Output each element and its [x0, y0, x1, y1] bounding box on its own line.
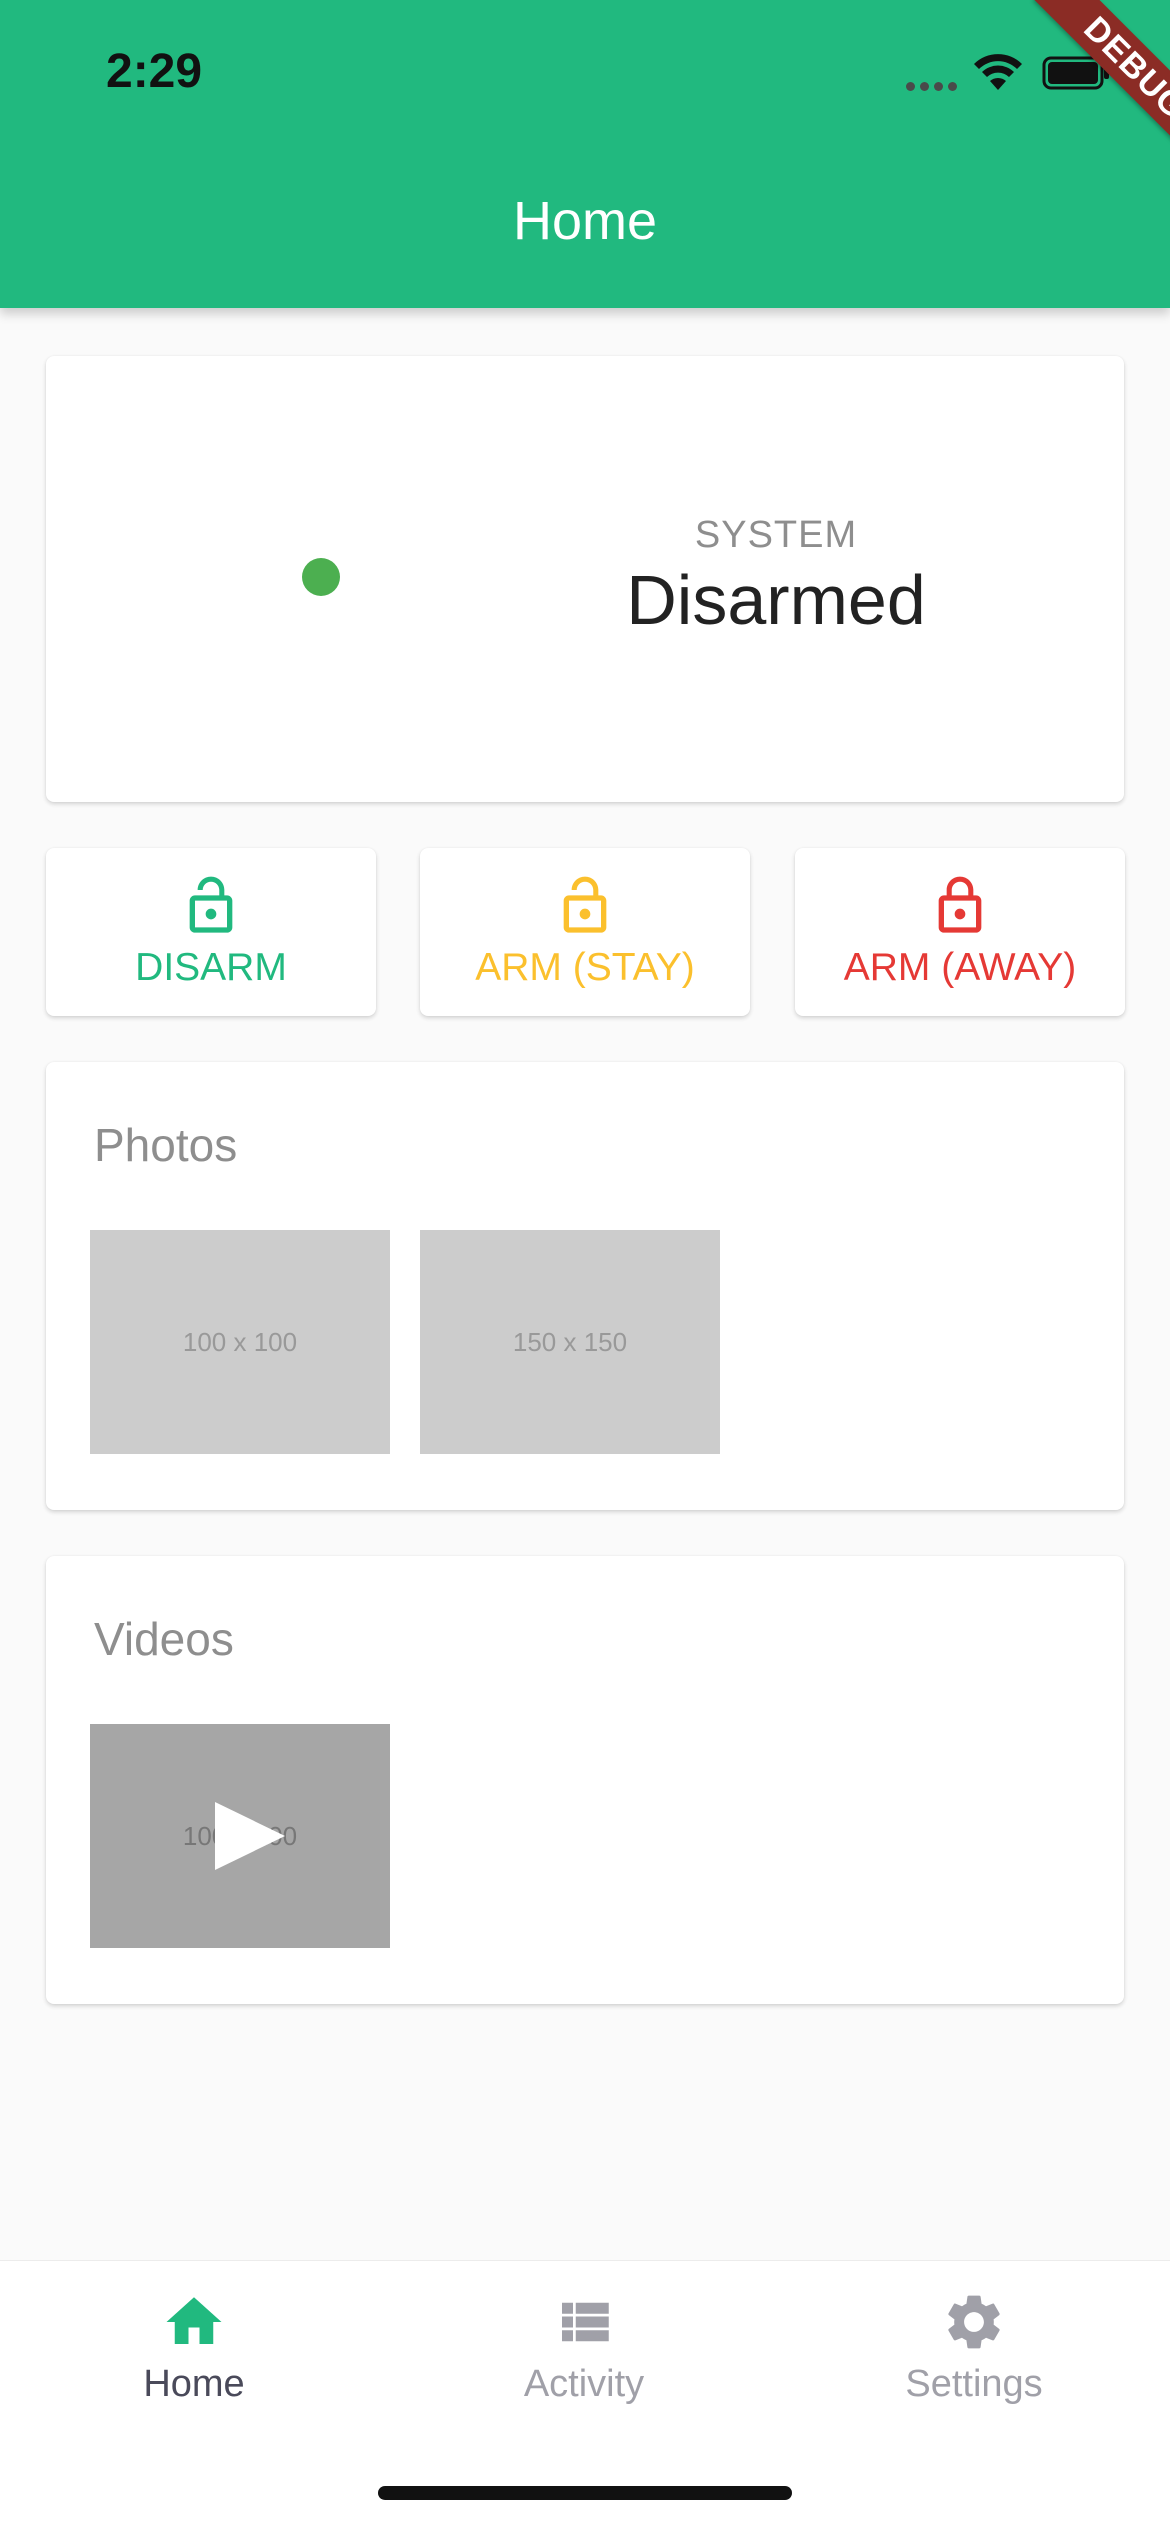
nav-label-settings: Settings	[905, 2363, 1043, 2405]
home-indicator	[378, 2486, 792, 2500]
gear-icon	[948, 2295, 1000, 2349]
nav-item-activity[interactable]: Activity	[434, 2289, 734, 2429]
disarm-label: DISARM	[135, 946, 287, 989]
nav-item-home[interactable]: Home	[44, 2289, 344, 2429]
system-status-value: Disarmed	[626, 561, 926, 639]
arm-away-button[interactable]: ARM (AWAY)	[795, 848, 1125, 1016]
home-icon	[166, 2297, 222, 2344]
app-bar: 2:29 Home DEBUG	[0, 0, 1170, 308]
lock-icon	[938, 876, 982, 933]
videos-card: Videos 100 x 100	[46, 1556, 1124, 2004]
system-label: SYSTEM	[694, 514, 858, 556]
list-icon	[562, 2302, 609, 2342]
status-time: 2:29	[106, 45, 203, 98]
system-status-card: SYSTEM Disarmed	[46, 356, 1124, 802]
arm-stay-button[interactable]: ARM (STAY)	[420, 848, 750, 1016]
debug-banner-label: DEBUG	[1033, 0, 1170, 170]
video-thumbnail[interactable]: 100 x 100	[90, 1724, 390, 1948]
arm-stay-label: ARM (STAY)	[475, 946, 695, 989]
system-status-indicator	[302, 558, 340, 596]
nav-item-settings[interactable]: Settings	[824, 2289, 1124, 2429]
disarm-button[interactable]: DISARM	[46, 848, 376, 1016]
photos-card: Photos 100 x 100 150 x 150	[46, 1062, 1124, 1510]
photo-thumbnail[interactable]: 150 x 150	[420, 1230, 720, 1454]
photo-thumbnail[interactable]: 100 x 100	[90, 1230, 390, 1454]
play-icon	[215, 1802, 285, 1870]
arm-away-label: ARM (AWAY)	[843, 946, 1077, 989]
nav-label-home: Home	[143, 2363, 245, 2405]
lock-open-icon	[563, 876, 607, 933]
debug-banner: DEBUG	[950, 0, 1170, 220]
nav-label-activity: Activity	[523, 2363, 645, 2405]
photos-title: Photos	[94, 1119, 238, 1171]
videos-title: Videos	[94, 1613, 234, 1665]
lock-open-icon	[189, 876, 233, 933]
